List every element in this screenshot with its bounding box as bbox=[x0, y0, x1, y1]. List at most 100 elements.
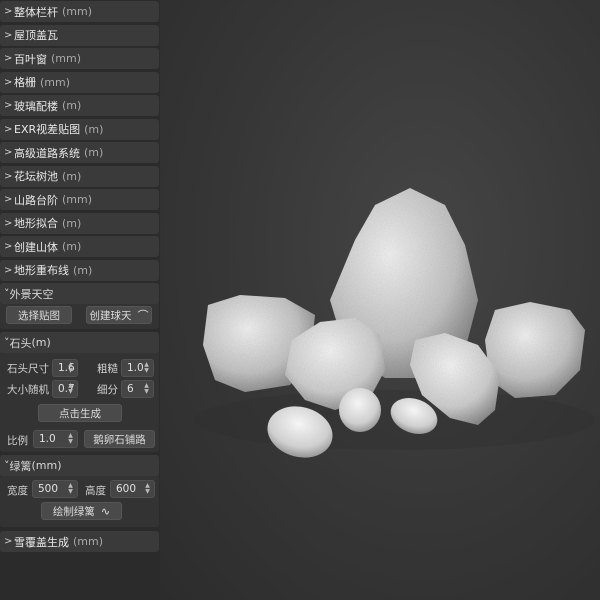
section-row[interactable]: > EXR视差贴图 (m) bbox=[0, 118, 159, 140]
section-row[interactable]: > 地形拟合 (m) bbox=[0, 212, 159, 234]
width-value: 500 bbox=[38, 483, 59, 495]
spinner-arrows-icon[interactable]: ▲ ▼ bbox=[66, 381, 75, 397]
section-unit: (mm) bbox=[51, 52, 82, 65]
scale-spinner[interactable]: 1.0 ▲ ▼ bbox=[33, 430, 78, 448]
section-unit: (m) bbox=[62, 240, 82, 253]
rough-label: 粗糙 bbox=[97, 363, 118, 375]
section-unit: (m) bbox=[84, 146, 104, 159]
section-row[interactable]: > 整体栏杆 (mm) bbox=[0, 1, 159, 22]
sidebar: > 整体栏杆 (mm) > 屋顶盖瓦 > 百叶窗 (mm) > 格栅 (mm) > 玻璃配楼 (m) > EX… bbox=[0, 0, 160, 600]
draw-hedge-button[interactable]: 绘制绿篱 ∿ bbox=[41, 502, 122, 520]
section-unit: (mm) bbox=[73, 535, 104, 548]
section-unit: (mm) bbox=[40, 75, 71, 89]
section-row[interactable]: > 花坛树池 (m) bbox=[0, 165, 159, 187]
hedge-title: 绿篱 bbox=[9, 459, 32, 473]
section-label: EXR视差贴图 bbox=[14, 123, 81, 136]
width-spinner[interactable]: 500 ▲ ▼ bbox=[32, 480, 78, 498]
stone-panel: ˅ 石头 (m) 石头尺寸 1.6 ▲ ▼ 粗糙 1.0 ▲ ▼ 大小随机 0.7 … bbox=[0, 332, 159, 452]
section-label: 创建山体 bbox=[14, 240, 58, 254]
hedge-unit: (mm) bbox=[31, 459, 62, 472]
random-label: 大小随机 bbox=[7, 384, 49, 396]
chevron-right-icon: > bbox=[4, 100, 13, 111]
right-rock bbox=[485, 302, 585, 398]
spinner-arrows-icon[interactable]: ▲ ▼ bbox=[142, 360, 151, 376]
subdiv-label: 细分 bbox=[97, 384, 118, 396]
pebble-path-label: 鹅卵石铺路 bbox=[93, 433, 146, 446]
section-row[interactable]: > 百叶窗 (mm) bbox=[0, 48, 159, 69]
section-unit: (mm) bbox=[62, 193, 93, 206]
section-unit: (m) bbox=[62, 169, 82, 183]
section-unit: (m) bbox=[73, 263, 93, 277]
spinner-arrows-icon[interactable]: ▲ ▼ bbox=[142, 381, 151, 397]
sky-title: 外景天空 bbox=[9, 287, 54, 301]
stone-header[interactable]: ˅ 石头 (m) bbox=[0, 332, 159, 353]
section-label: 地形重布线 bbox=[14, 264, 69, 277]
section-label: 山路台阶 bbox=[14, 193, 58, 207]
arc-icon: ⌒ bbox=[137, 309, 149, 322]
section-row[interactable]: > 屋顶盖瓦 bbox=[0, 24, 159, 46]
create-sky-button[interactable]: 创建球天 ⌒ bbox=[86, 306, 152, 324]
scale-value: 1.0 bbox=[39, 433, 56, 445]
section-unit: (mm) bbox=[62, 5, 93, 18]
chevron-right-icon: > bbox=[4, 6, 13, 17]
section-label: 花坛树池 bbox=[14, 170, 58, 183]
spinner-arrows-icon[interactable]: ▲ ▼ bbox=[66, 360, 75, 376]
chevron-right-icon: > bbox=[4, 53, 13, 64]
section-row[interactable]: > 高级道路系统 (m) bbox=[0, 142, 159, 163]
height-spinner[interactable]: 600 ▲ ▼ bbox=[110, 480, 155, 498]
random-spinner[interactable]: 0.7 ▲ ▼ bbox=[52, 380, 78, 398]
subdiv-spinner[interactable]: 6 ▲ ▼ bbox=[121, 380, 154, 398]
draw-hedge-label: 绘制绿篱 bbox=[52, 505, 95, 518]
spinner-arrows-icon[interactable]: ▲ ▼ bbox=[66, 431, 75, 447]
sky-panel: ˅ 外景天空 选择贴图 创建球天 ⌒ bbox=[0, 283, 159, 329]
stone-size-label: 石头尺寸 bbox=[7, 363, 49, 375]
section-row[interactable]: > 格栅 (mm) bbox=[0, 71, 159, 93]
scale-label: 比例 bbox=[7, 435, 28, 447]
section-snow[interactable]: > 雪覆盖生成 (mm) bbox=[0, 531, 159, 552]
chevron-right-icon: > bbox=[4, 264, 13, 276]
hedge-panel: ˅ 绿篱 (mm) 宽度 500 ▲ ▼ 高度 600 ▲ ▼ 绘制绿篱 ∿ bbox=[0, 455, 159, 527]
chevron-right-icon: > bbox=[4, 76, 13, 88]
subdiv-value: 6 bbox=[127, 383, 134, 395]
height-label: 高度 bbox=[85, 485, 106, 497]
section-row[interactable]: > 玻璃配楼 (m) bbox=[0, 95, 159, 116]
section-unit: (m) bbox=[62, 99, 82, 112]
section-label: 雪覆盖生成 bbox=[14, 535, 69, 549]
sky-header[interactable]: ˅ 外景天空 bbox=[0, 283, 159, 304]
chevron-right-icon: > bbox=[4, 29, 13, 41]
section-label: 屋顶盖瓦 bbox=[14, 29, 58, 42]
spinner-arrows-icon[interactable]: ▲ ▼ bbox=[66, 481, 75, 497]
chevron-right-icon: > bbox=[4, 241, 13, 252]
create-sky-label: 创建球天 bbox=[89, 309, 132, 322]
section-row[interactable]: > 地形重布线 (m) bbox=[0, 259, 159, 281]
chevron-right-icon: > bbox=[4, 147, 13, 158]
stone-size-spinner[interactable]: 1.6 ▲ ▼ bbox=[52, 359, 78, 377]
pebble-path-button[interactable]: 鹅卵石铺路 bbox=[84, 430, 155, 448]
chevron-right-icon: > bbox=[4, 194, 13, 205]
stone-unit: (m) bbox=[31, 336, 51, 349]
stones-render bbox=[195, 188, 595, 458]
wave-icon: ∿ bbox=[100, 504, 111, 518]
section-label: 地形拟合 bbox=[14, 217, 58, 230]
section-label: 玻璃配楼 bbox=[14, 99, 58, 113]
section-label: 整体栏杆 bbox=[14, 5, 58, 19]
rough-spinner[interactable]: 1.0 ▲ ▼ bbox=[121, 359, 154, 377]
select-texture-label: 选择贴图 bbox=[18, 309, 60, 322]
width-label: 宽度 bbox=[7, 485, 28, 497]
hedge-header[interactable]: ˅ 绿篱 (mm) bbox=[0, 455, 159, 476]
3d-viewport[interactable] bbox=[160, 0, 600, 600]
stone-title: 石头 bbox=[9, 336, 32, 350]
generate-stone-label: 点击生成 bbox=[59, 407, 101, 420]
select-texture-button[interactable]: 选择贴图 bbox=[6, 306, 72, 324]
chevron-right-icon: > bbox=[4, 217, 13, 229]
chevron-right-icon: > bbox=[4, 536, 13, 547]
pebble-center bbox=[339, 388, 381, 432]
section-unit: (m) bbox=[62, 216, 82, 230]
section-row[interactable]: > 山路台阶 (mm) bbox=[0, 189, 159, 210]
section-label: 高级道路系统 bbox=[14, 146, 80, 160]
height-value: 600 bbox=[116, 483, 137, 495]
spinner-arrows-icon[interactable]: ▲ ▼ bbox=[143, 481, 152, 497]
section-label: 格栅 bbox=[14, 76, 36, 89]
generate-stone-button[interactable]: 点击生成 bbox=[38, 404, 122, 422]
section-row[interactable]: > 创建山体 (m) bbox=[0, 236, 159, 257]
